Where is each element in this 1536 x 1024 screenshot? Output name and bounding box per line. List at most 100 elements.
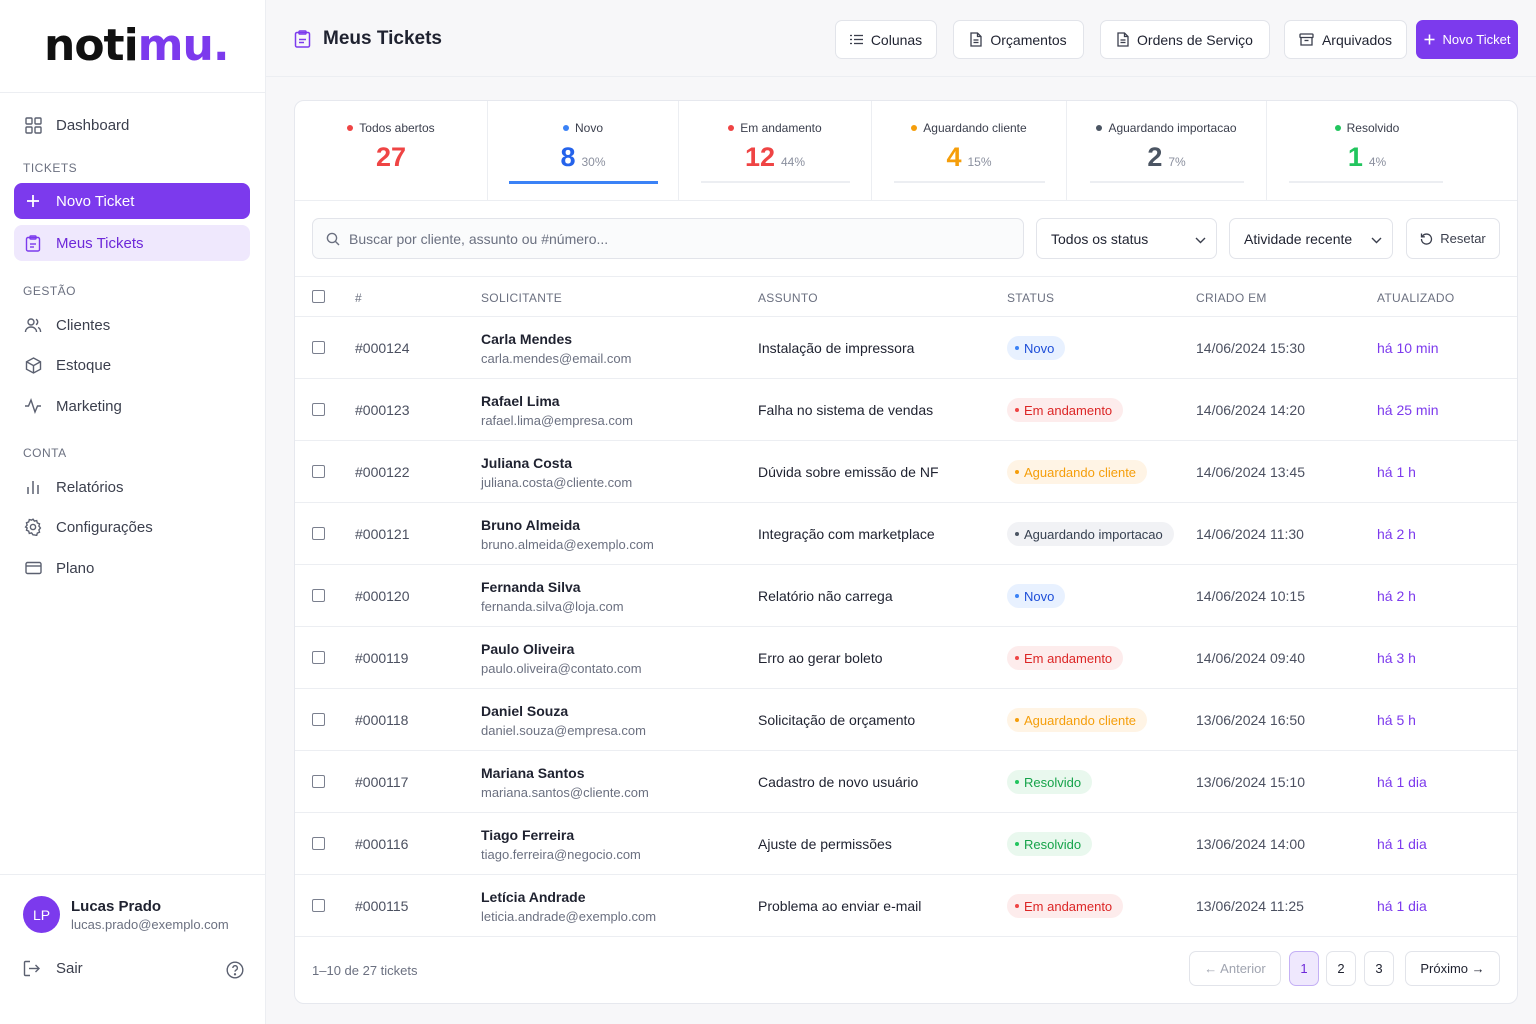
status-badge: Aguardando importacao xyxy=(1007,522,1174,546)
ticket-subject[interactable]: Relatório não carrega xyxy=(758,588,893,604)
table-row[interactable]: #000124 Carla Mendes carla.mendes@email.co… xyxy=(295,317,1517,379)
ticket-id[interactable]: #000115 xyxy=(355,898,408,914)
status-badge-label: Novo xyxy=(1024,588,1055,604)
ticket-id[interactable]: #000121 xyxy=(355,526,410,542)
page-button-1[interactable]: 1 xyxy=(1289,951,1319,986)
help-icon[interactable] xyxy=(226,961,244,984)
sidebar-item-marketing[interactable]: Marketing xyxy=(14,388,250,424)
ticket-id[interactable]: #000119 xyxy=(355,650,408,666)
stat-label: Aguardando importacao xyxy=(1067,121,1266,135)
clipboard-icon xyxy=(24,234,42,252)
reset-label: Resetar xyxy=(1440,231,1486,246)
table-row[interactable]: #000121 Bruno Almeida bruno.almeida@exempl… xyxy=(295,503,1517,565)
active-tab-indicator xyxy=(509,181,658,184)
logo[interactable]: notimu. xyxy=(44,20,230,71)
previous-page-button[interactable]: ← Anterior xyxy=(1189,951,1281,986)
ticket-subject[interactable]: Erro ao gerar boleto xyxy=(758,650,883,666)
sidebar-item-novo-ticket[interactable]: Novo Ticket xyxy=(14,183,250,219)
table-row[interactable]: #000118 Daniel Souza daniel.souza@empresa.… xyxy=(295,689,1517,751)
row-checkbox[interactable] xyxy=(312,899,325,912)
column-header-assunto[interactable]: ASSUNTO xyxy=(758,291,818,305)
ordens-servico-button[interactable]: Ordens de Serviço xyxy=(1100,20,1270,59)
requester-name: Paulo Oliveira xyxy=(481,641,575,657)
sidebar-item-dashboard[interactable]: Dashboard xyxy=(14,107,250,143)
ticket-subject[interactable]: Cadastro de novo usuário xyxy=(758,774,918,790)
user-profile[interactable]: LP Lucas Prado lucas.prado@exemplo.com xyxy=(23,896,229,933)
row-checkbox[interactable] xyxy=(312,341,325,354)
row-checkbox[interactable] xyxy=(312,775,325,788)
sidebar-divider xyxy=(0,874,265,875)
status-badge-label: Em andamento xyxy=(1024,402,1113,418)
ticket-subject[interactable]: Integração com marketplace xyxy=(758,526,935,542)
sidebar-item-clientes[interactable]: Clientes xyxy=(14,307,250,343)
ticket-id[interactable]: #000124 xyxy=(355,340,410,356)
table-row[interactable]: #000119 Paulo Oliveira paulo.oliveira@cont… xyxy=(295,627,1517,689)
ticket-subject[interactable]: Ajuste de permissões xyxy=(758,836,892,852)
stat-novo[interactable]: Novo 8 30% xyxy=(488,101,679,201)
sidebar-item-relatorios[interactable]: Relatórios xyxy=(14,469,250,505)
row-checkbox[interactable] xyxy=(312,651,325,664)
stat-value: 2 7% xyxy=(1147,142,1186,172)
columns-button[interactable]: Colunas xyxy=(835,20,937,59)
stat-label: Novo xyxy=(488,121,678,135)
credit-card-icon xyxy=(24,559,42,577)
table-row[interactable]: #000115 Letícia Andrade leticia.andrade@ex… xyxy=(295,875,1517,937)
column-header-solicitante[interactable]: SOLICITANTE xyxy=(481,291,562,305)
table-row[interactable]: #000120 Fernanda Silva fernanda.silva@loja… xyxy=(295,565,1517,627)
ticket-id[interactable]: #000118 xyxy=(355,712,408,728)
logout-button[interactable]: Sair xyxy=(23,960,83,977)
sidebar-item-plano[interactable]: Plano xyxy=(14,550,250,586)
row-checkbox[interactable] xyxy=(312,527,325,540)
sidebar-item-configuracoes[interactable]: Configurações xyxy=(14,509,250,545)
search-box[interactable] xyxy=(312,218,1024,259)
column-header-status[interactable]: STATUS xyxy=(1007,291,1054,305)
ticket-subject[interactable]: Dúvida sobre emissão de NF xyxy=(758,464,939,480)
select-all-checkbox[interactable] xyxy=(312,290,325,303)
sidebar-item-estoque[interactable]: Estoque xyxy=(14,347,250,383)
stat-resolvido[interactable]: Resolvido 1 4% xyxy=(1267,101,1517,201)
row-checkbox[interactable] xyxy=(312,403,325,416)
requester-email: mariana.santos@cliente.com xyxy=(481,785,649,800)
updated-at: há 2 h xyxy=(1377,588,1416,604)
stat-aguardando-importacao[interactable]: Aguardando importacao 2 7% xyxy=(1067,101,1267,201)
bar-chart-icon xyxy=(24,478,42,496)
ticket-id[interactable]: #000117 xyxy=(355,774,408,790)
row-checkbox[interactable] xyxy=(312,465,325,478)
novo-ticket-button[interactable]: Novo Ticket xyxy=(1416,20,1518,59)
requester-name: Mariana Santos xyxy=(481,765,585,781)
table-row[interactable]: #000116 Tiago Ferreira tiago.ferreira@nego… xyxy=(295,813,1517,875)
table-row[interactable]: #000122 Juliana Costa juliana.costa@client… xyxy=(295,441,1517,503)
reset-button[interactable]: Resetar xyxy=(1406,218,1500,259)
row-checkbox[interactable] xyxy=(312,713,325,726)
status-filter-select[interactable]: Todos os status xyxy=(1036,218,1217,259)
table-row[interactable]: #000117 Mariana Santos mariana.santos@clie… xyxy=(295,751,1517,813)
stat-aguardando-cliente[interactable]: Aguardando cliente 4 15% xyxy=(872,101,1067,201)
row-checkbox[interactable] xyxy=(312,837,325,850)
ticket-id[interactable]: #000120 xyxy=(355,588,410,604)
ticket-subject[interactable]: Falha no sistema de vendas xyxy=(758,402,933,418)
ticket-id[interactable]: #000116 xyxy=(355,836,408,852)
search-input[interactable] xyxy=(349,230,989,247)
page-button-2[interactable]: 2 xyxy=(1326,951,1356,986)
ticket-id[interactable]: #000123 xyxy=(355,402,410,418)
sort-select[interactable]: Atividade recente xyxy=(1229,218,1393,259)
sidebar-item-meus-tickets[interactable]: Meus Tickets xyxy=(14,225,250,261)
page-button-3[interactable]: 3 xyxy=(1364,951,1394,986)
stat-em-andamento[interactable]: Em andamento 12 44% xyxy=(679,101,872,201)
column-header-criado-em[interactable]: CRIADO EM xyxy=(1196,291,1267,305)
ticket-subject[interactable]: Instalação de impressora xyxy=(758,340,914,356)
stat-todos-abertos[interactable]: Todos abertos 27 xyxy=(295,101,488,201)
orcamentos-button[interactable]: Orçamentos xyxy=(953,20,1084,59)
ticket-subject[interactable]: Problema ao enviar e-mail xyxy=(758,898,921,914)
sidebar-item-label: Plano xyxy=(56,559,95,577)
ticket-id[interactable]: #000122 xyxy=(355,464,410,480)
row-checkbox[interactable] xyxy=(312,589,325,602)
status-badge-label: Aguardando importacao xyxy=(1024,526,1163,542)
next-page-button[interactable]: Próximo → xyxy=(1405,951,1500,986)
column-header-id[interactable]: # xyxy=(355,291,362,305)
status-dot xyxy=(911,124,918,131)
table-row[interactable]: #000123 Rafael Lima rafael.lima@empresa.co… xyxy=(295,379,1517,441)
ticket-subject[interactable]: Solicitação de orçamento xyxy=(758,712,915,728)
arquivados-button[interactable]: Arquivados xyxy=(1284,20,1407,59)
column-header-atualizado[interactable]: ATUALIZADO xyxy=(1377,291,1454,305)
